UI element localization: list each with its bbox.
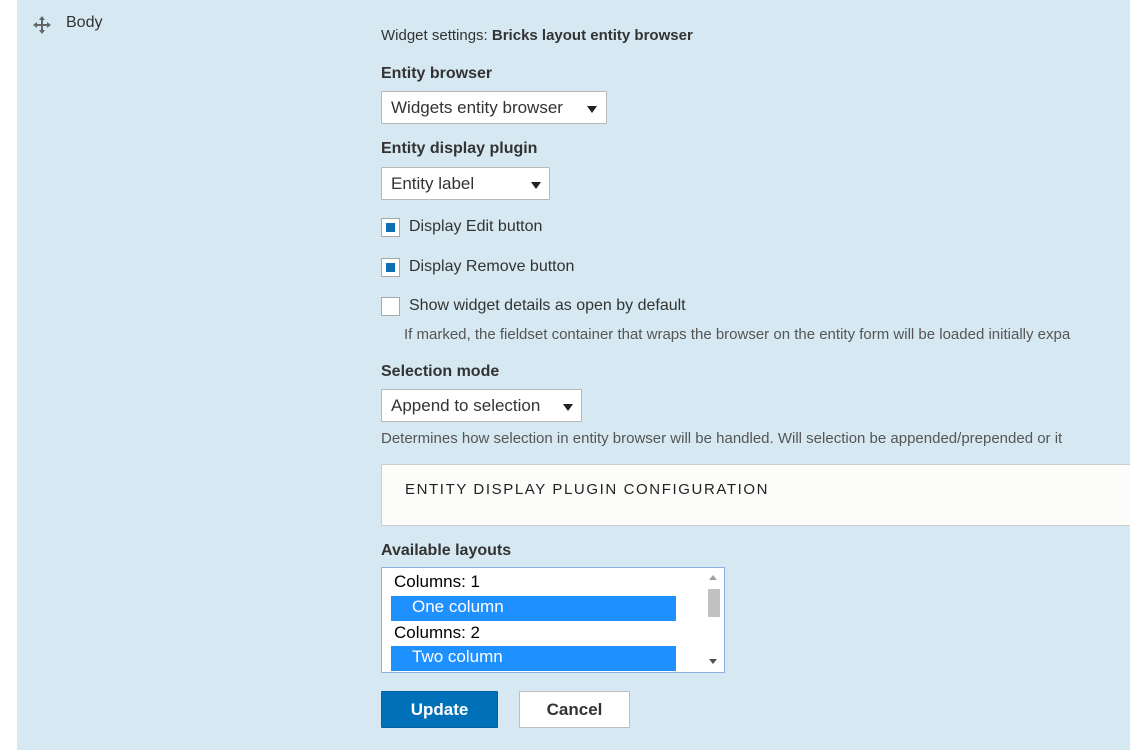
selection-mode-label: Selection mode xyxy=(381,363,500,380)
cancel-button[interactable]: Cancel xyxy=(519,691,630,728)
selection-mode-description: Determines how selection in entity brows… xyxy=(381,430,1063,447)
chevron-down-icon xyxy=(587,106,597,113)
display-edit-button-label[interactable]: Display Edit button xyxy=(409,218,542,236)
optgroup-columns-2: Columns: 2 xyxy=(394,623,480,642)
display-remove-button-checkbox[interactable] xyxy=(381,258,400,277)
chevron-down-icon xyxy=(531,182,541,189)
entity-display-plugin-value: Entity label xyxy=(391,174,475,193)
open-by-default-description: If marked, the fieldset container that w… xyxy=(404,326,1071,343)
plugin-configuration-legend: ENTITY DISPLAY PLUGIN CONFIGURATION xyxy=(405,481,770,498)
update-button[interactable]: Update xyxy=(381,691,498,728)
entity-display-plugin-label: Entity display plugin xyxy=(381,140,538,157)
listbox-scrollbar[interactable] xyxy=(704,568,724,672)
entity-display-plugin-select[interactable]: Entity label xyxy=(381,167,550,200)
scrollbar-thumb[interactable] xyxy=(708,589,720,617)
entity-browser-select[interactable]: Widgets entity browser xyxy=(381,91,607,124)
display-edit-button-checkbox[interactable] xyxy=(381,218,400,237)
option-two-column[interactable]: Two column xyxy=(391,646,676,671)
entity-browser-value: Widgets entity browser xyxy=(391,98,563,117)
open-by-default-label[interactable]: Show widget details as open by default xyxy=(409,297,686,315)
display-remove-button-label[interactable]: Display Remove button xyxy=(409,258,574,276)
plugin-configuration-fieldset: ENTITY DISPLAY PLUGIN CONFIGURATION xyxy=(381,464,1130,526)
move-arrows-icon[interactable] xyxy=(33,16,51,34)
available-layouts-listbox[interactable]: Columns: 1 One column Columns: 2 Two col… xyxy=(381,567,725,673)
selection-mode-select[interactable]: Append to selection xyxy=(381,389,582,422)
open-by-default-checkbox[interactable] xyxy=(381,297,400,316)
chevron-down-icon xyxy=(563,404,573,411)
entity-browser-label: Entity browser xyxy=(381,65,493,82)
widget-settings-name: Bricks layout entity browser xyxy=(491,27,693,44)
optgroup-columns-1: Columns: 1 xyxy=(394,572,480,591)
widget-settings-prefix: Widget settings: xyxy=(381,27,492,44)
available-layouts-label: Available layouts xyxy=(381,542,512,559)
option-one-column[interactable]: One column xyxy=(391,596,676,621)
field-row-label: Body xyxy=(66,14,103,31)
scroll-down-arrow-icon[interactable] xyxy=(709,659,717,664)
scroll-up-arrow-icon[interactable] xyxy=(709,575,717,580)
widget-settings-title: Widget settings: Bricks layout entity br… xyxy=(381,27,693,44)
selection-mode-value: Append to selection xyxy=(391,396,541,415)
